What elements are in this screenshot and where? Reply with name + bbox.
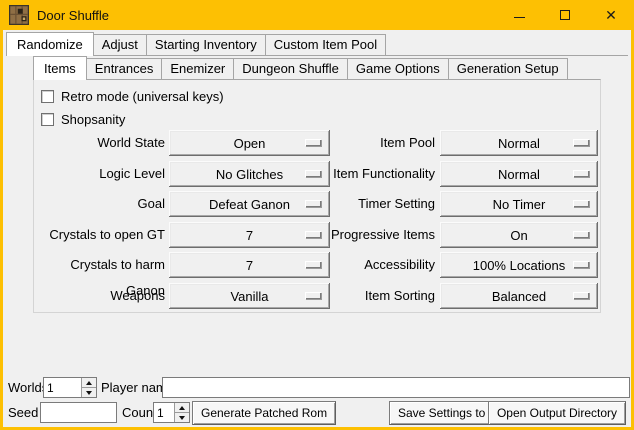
window-controls: ✕ [496,0,634,30]
open-output-directory-button[interactable]: Open Output Directory [488,401,626,425]
world-state-value: Open [234,136,266,151]
item-sorting-value: Balanced [492,289,546,304]
sub-tab-bar: Items Entrances Enemizer Dungeon Shuffle… [33,56,568,80]
item-sorting-label: Item Sorting [314,283,435,309]
item-functionality-dropdown[interactable]: Normal [440,161,598,187]
worlds-spin-up-button[interactable] [82,378,96,388]
world-state-dropdown[interactable]: Open [169,130,330,156]
logic-level-label: Logic Level [38,161,165,187]
minimize-button[interactable] [496,0,542,30]
item-functionality-label: Item Functionality [314,161,435,187]
crystals-gt-value: 7 [246,228,253,243]
app-window: Door Shuffle ✕ Randomize Adjust Starting… [0,0,634,430]
item-sorting-dropdown[interactable]: Balanced [440,283,598,309]
crystals-ganon-label: Crystals to harm Ganon [38,252,165,278]
shopsanity-checkbox-row[interactable]: Shopsanity [41,110,125,128]
count-input[interactable] [154,403,174,422]
tab-randomize[interactable]: Randomize [6,32,94,56]
close-button[interactable]: ✕ [588,0,634,30]
goal-label: Goal [38,191,165,217]
timer-setting-value: No Timer [493,197,546,212]
dropdown-indicator-icon [573,139,589,146]
tab-game-options[interactable]: Game Options [347,58,449,80]
weapons-dropdown[interactable]: Vanilla [169,283,330,309]
app-icon [9,5,29,25]
arrow-down-icon [86,391,92,395]
accessibility-label: Accessibility [314,252,435,278]
seed-input[interactable] [40,402,117,423]
retro-mode-checkbox[interactable] [41,90,54,103]
logic-level-value: No Glitches [216,167,283,182]
tab-entrances[interactable]: Entrances [86,58,163,80]
minimize-icon [514,17,525,18]
close-icon: ✕ [605,8,617,22]
items-tab-panel: Retro mode (universal keys) Shopsanity W… [33,79,601,313]
tab-generation-setup[interactable]: Generation Setup [448,58,568,80]
count-label: Count [122,402,157,423]
item-pool-value: Normal [498,136,540,151]
progressive-items-dropdown[interactable]: On [440,222,598,248]
timer-setting-dropdown[interactable]: No Timer [440,191,598,217]
arrow-up-icon [86,381,92,385]
item-pool-label: Item Pool [314,130,435,156]
arrow-down-icon [179,416,185,420]
accessibility-value: 100% Locations [473,258,566,273]
dropdown-indicator-icon [573,200,589,207]
tab-custom-item-pool[interactable]: Custom Item Pool [265,34,386,56]
count-spinner-buttons [174,403,189,422]
worlds-spinner [43,377,97,398]
arrow-up-icon [179,406,185,410]
main-tab-bar: Randomize Adjust Starting Inventory Cust… [6,31,628,56]
count-spin-down-button[interactable] [175,413,189,422]
tab-dungeon-shuffle[interactable]: Dungeon Shuffle [233,58,348,80]
accessibility-dropdown[interactable]: 100% Locations [440,252,598,278]
weapons-value: Vanilla [230,289,268,304]
tab-starting-inventory[interactable]: Starting Inventory [146,34,266,56]
dropdown-indicator-icon [573,292,589,299]
maximize-icon [560,10,570,20]
crystals-ganon-dropdown[interactable]: 7 [169,252,330,278]
item-functionality-value: Normal [498,167,540,182]
maximize-button[interactable] [542,0,588,30]
generate-patched-rom-button[interactable]: Generate Patched Rom [192,401,336,425]
progressive-items-value: On [510,228,527,243]
shopsanity-label: Shopsanity [61,112,125,127]
crystals-gt-label: Crystals to open GT [38,222,165,248]
crystals-gt-dropdown[interactable]: 7 [169,222,330,248]
count-spin-up-button[interactable] [175,403,189,413]
worlds-spin-down-button[interactable] [82,388,96,397]
weapons-label: Weapons [38,283,165,309]
dropdown-indicator-icon [573,231,589,238]
worlds-spinner-buttons [81,378,96,397]
dropdown-indicator-icon [573,170,589,177]
retro-mode-checkbox-row[interactable]: Retro mode (universal keys) [41,87,224,105]
window-title: Door Shuffle [37,8,109,23]
tab-enemizer[interactable]: Enemizer [161,58,234,80]
dropdown-indicator-icon [573,261,589,268]
tab-adjust[interactable]: Adjust [93,34,147,56]
crystals-ganon-value: 7 [246,258,253,273]
goal-value: Defeat Ganon [209,197,290,212]
count-spinner [153,402,190,423]
retro-mode-label: Retro mode (universal keys) [61,89,224,104]
player-names-input[interactable] [162,377,630,398]
item-pool-dropdown[interactable]: Normal [440,130,598,156]
titlebar[interactable]: Door Shuffle ✕ [0,0,634,30]
world-state-label: World State [38,130,165,156]
logic-level-dropdown[interactable]: No Glitches [169,161,330,187]
timer-setting-label: Timer Setting [314,191,435,217]
tab-items[interactable]: Items [33,56,87,80]
goal-dropdown[interactable]: Defeat Ganon [169,191,330,217]
worlds-input[interactable] [44,378,81,397]
progressive-items-label: Progressive Items [314,222,435,248]
shopsanity-checkbox[interactable] [41,113,54,126]
